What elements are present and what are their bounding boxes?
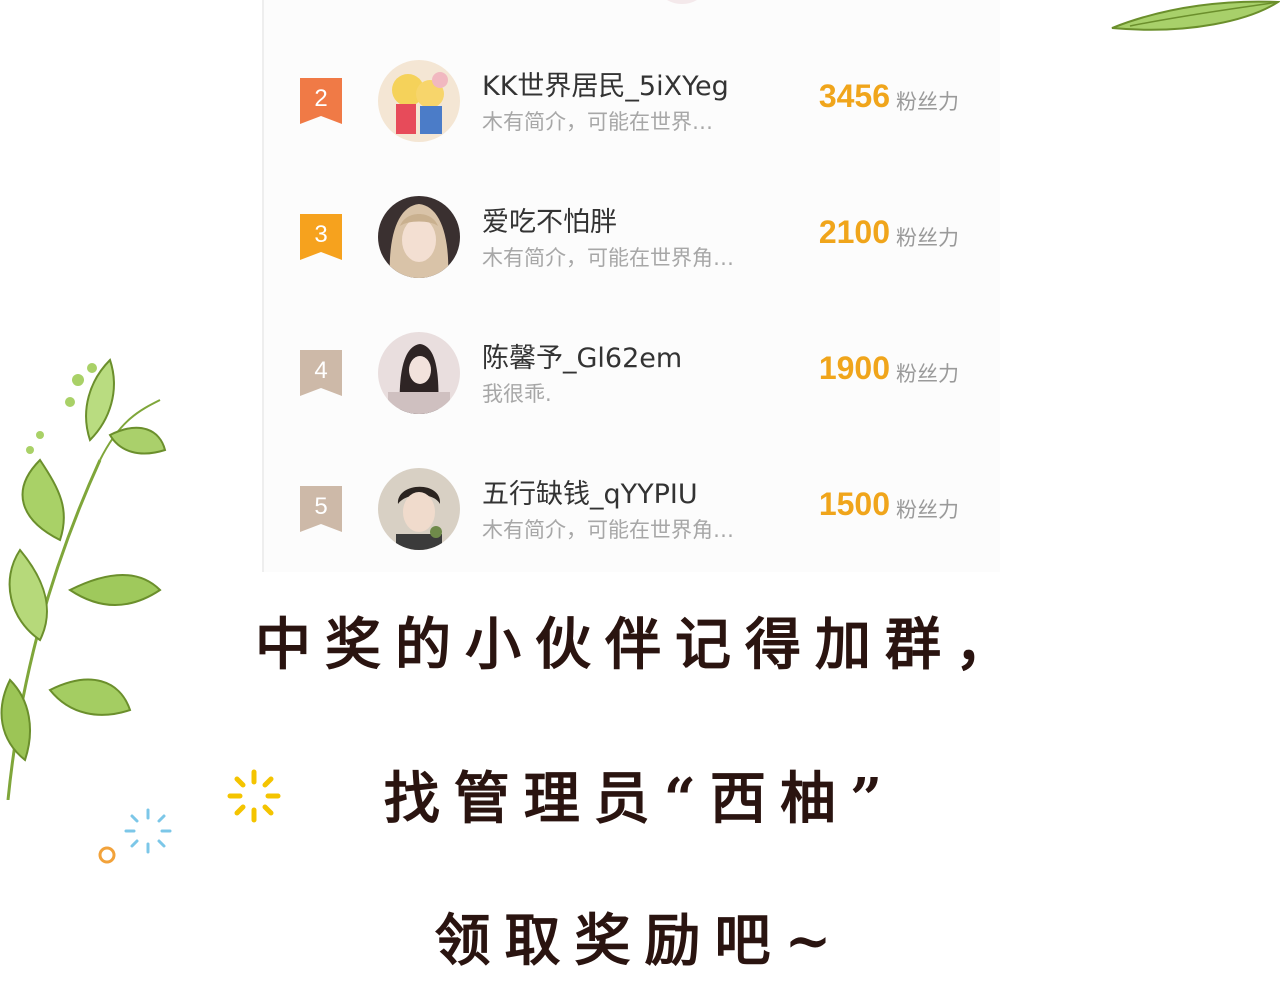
fan-score: 1500: [818, 486, 890, 522]
ranking-list: 2 KK世界居民_5iXYeg 木有简介，可能在世界… 3456 粉丝力 3 爱…: [262, 0, 1000, 572]
avatar[interactable]: [378, 468, 460, 550]
fan-score: 1900: [818, 350, 890, 386]
rank-badge: 2: [300, 78, 342, 124]
fan-score: 2100: [818, 214, 890, 250]
rank-badge: 5: [300, 486, 342, 532]
avatar[interactable]: [378, 60, 460, 142]
user-bio: 木有简介，可能在世界角…: [482, 246, 734, 270]
list-item[interactable]: 2 KK世界居民_5iXYeg 木有简介，可能在世界… 3456 粉丝力: [264, 58, 1000, 168]
rank-number: 2: [314, 85, 328, 112]
score-unit: 粉丝力: [896, 90, 959, 114]
avatar[interactable]: [378, 196, 460, 278]
user-name[interactable]: KK世界居民_5iXYeg: [482, 64, 729, 103]
list-item[interactable]: 4 陈馨予_Gl62em 我很乖. 1900 粉丝力: [264, 330, 1000, 440]
leaf-branch-icon: [0, 358, 167, 800]
score-unit: 粉丝力: [896, 498, 959, 522]
rank-number: 4: [314, 357, 328, 384]
user-bio: 木有简介，可能在世界…: [482, 110, 713, 134]
caption-line-3: 领取奖励吧~: [434, 908, 846, 974]
sparkle-icon: [98, 846, 116, 864]
user-name[interactable]: 陈馨予_Gl62em: [482, 336, 682, 375]
user-name[interactable]: 爱吃不怕胖: [482, 200, 617, 239]
caption-line-1: 中奖的小伙伴记得加群，: [255, 612, 1025, 678]
list-item[interactable]: 5 五行缺钱_qYYPIU 木有简介，可能在世界角… 1500 粉丝力: [264, 466, 1000, 576]
fan-score: 3456: [818, 78, 890, 114]
leaf-branch-icon: [1111, 0, 1280, 31]
rank-number: 5: [314, 493, 328, 520]
avatar[interactable]: [378, 332, 460, 414]
score-unit: 粉丝力: [896, 226, 959, 250]
rank-badge: 4: [300, 350, 342, 396]
caption-line-2: 找管理员“西柚”: [383, 766, 897, 832]
score-unit: 粉丝力: [896, 362, 959, 386]
avatar: [652, 0, 712, 4]
user-name[interactable]: 五行缺钱_qYYPIU: [482, 472, 698, 511]
user-bio: 木有简介，可能在世界角…: [482, 518, 734, 542]
rank-number: 3: [314, 221, 328, 248]
user-bio: 我很乖.: [482, 382, 552, 406]
list-item[interactable]: 3 爱吃不怕胖 木有简介，可能在世界角… 2100 粉丝力: [264, 194, 1000, 304]
rank-badge: 3: [300, 214, 342, 260]
